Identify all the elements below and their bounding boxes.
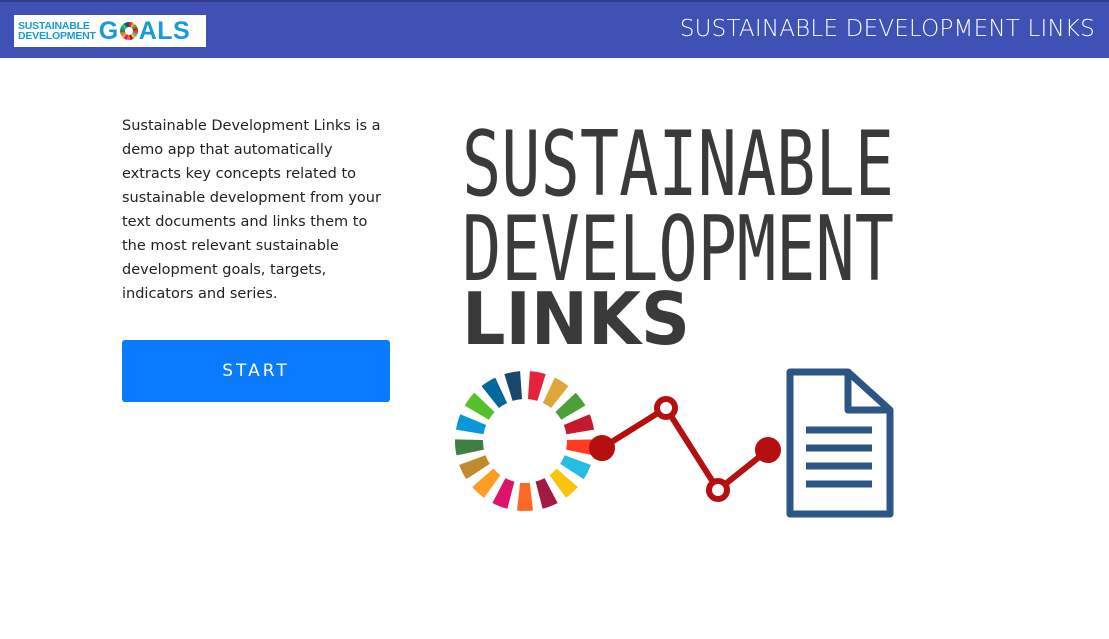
brand-title-logo: SUSTAINABLE DEVELOPMENT LINKS	[462, 112, 894, 353]
document-icon	[786, 368, 894, 518]
brand-line-links: LINKS	[462, 277, 690, 353]
app-header: SUSTAINABLE DEVELOPMENT G ALS SUSTAINABLE…	[0, 0, 1109, 58]
logo-small-text: SUSTAINABLE DEVELOPMENT	[18, 20, 96, 42]
start-button[interactable]: START	[122, 340, 390, 402]
sdg-wheel-segment	[472, 468, 501, 498]
app-description: Sustainable Development Links is a demo …	[122, 118, 381, 302]
sdg-logo[interactable]: SUSTAINABLE DEVELOPMENT G ALS	[14, 15, 206, 47]
sdg-wheel-mini-icon	[119, 22, 138, 40]
sdg-wheel-segment	[560, 455, 591, 480]
brand-graphic	[455, 368, 894, 518]
sdg-wheel-segment	[459, 455, 490, 480]
sdg-wheel-segment	[492, 478, 515, 509]
sdg-wheel-segment	[527, 371, 546, 401]
sdg-wheel-segment	[563, 414, 595, 435]
sdg-wheel-segment	[455, 414, 487, 435]
sdg-wheel-segment	[549, 468, 578, 498]
sdg-wheel-segment	[535, 478, 558, 509]
sdg-wheel-icon	[455, 371, 595, 512]
sdg-wheel-segment	[455, 439, 484, 456]
logo-goals-text: G ALS	[98, 16, 191, 45]
page-title: SUSTAINABLE DEVELOPMENT LINKS	[679, 16, 1095, 42]
link-chain-icon	[589, 396, 781, 502]
sdg-wheel-segment	[516, 482, 534, 512]
sdg-wheel-segment	[504, 371, 523, 401]
